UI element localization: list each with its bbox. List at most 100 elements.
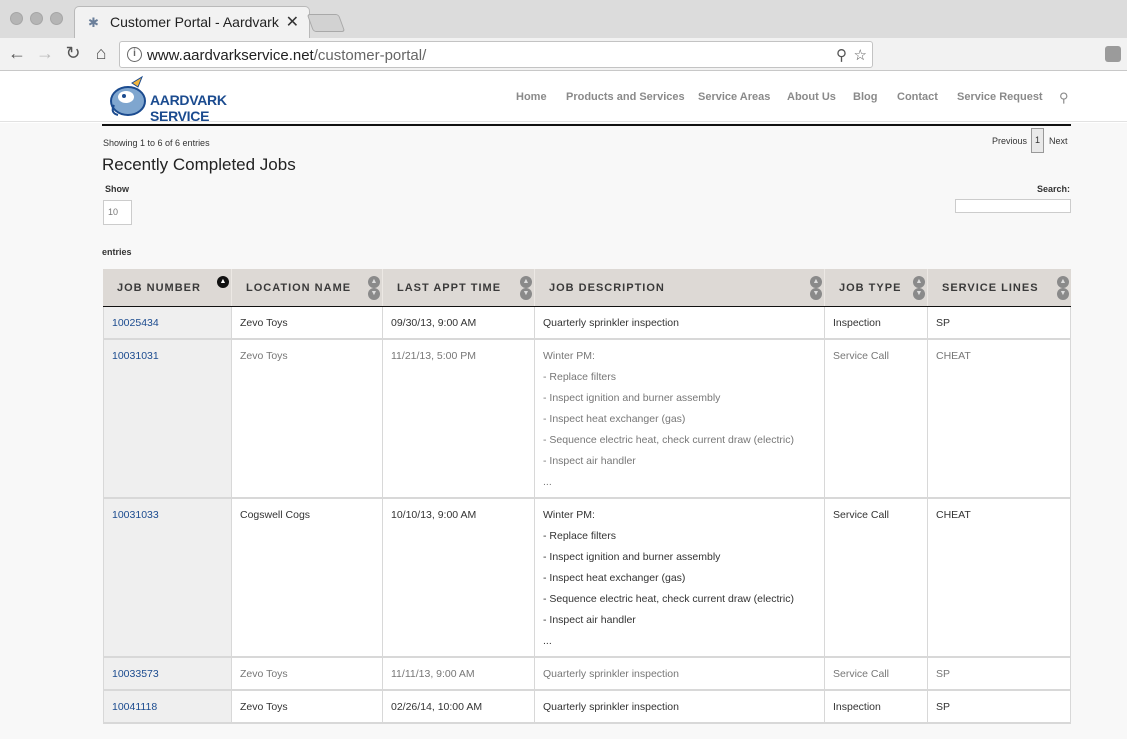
job-description: Winter PM: - Replace filters - Inspect ign… — [543, 346, 816, 493]
description-cell: Winter PM: - Replace filters - Inspect ign… — [535, 340, 825, 497]
col-last-appt-time[interactable]: LAST APPT TIME ▲ ▼ — [383, 269, 535, 306]
new-tab-button[interactable] — [306, 14, 346, 32]
tab-close-icon[interactable]: ✕ — [286, 12, 299, 32]
zoom-icon[interactable]: ⚲ — [836, 46, 847, 64]
sort-icon[interactable]: ▲ ▼ — [520, 276, 532, 300]
job-number-link[interactable]: 10031031 — [112, 346, 223, 367]
description-line: Quarterly sprinkler inspection — [543, 668, 679, 680]
page-1-button[interactable]: 1 — [1031, 128, 1044, 153]
job-number-link[interactable]: 10025434 — [112, 313, 223, 334]
col-job-description[interactable]: JOB DESCRIPTION ▲ ▼ — [535, 269, 825, 306]
table-body: 10025434 Zevo Toys 09/30/13, 9:00 AM Quarte… — [103, 307, 1071, 724]
job-type: Service Call — [833, 350, 890, 362]
aardvark-favicon-icon: ✱ — [88, 15, 99, 30]
description-line: - Inspect air handler — [543, 614, 636, 626]
maximize-window-button[interactable] — [50, 12, 63, 25]
sort-icon[interactable]: ▲ ▼ — [810, 276, 822, 300]
nav-service-areas[interactable]: Service Areas — [698, 91, 770, 103]
table-row[interactable]: 10033573 Zevo Toys 11/11/13, 9:00 AM Quarte… — [103, 658, 1071, 691]
url-path: /customer-portal/ — [313, 47, 427, 64]
divider — [102, 124, 1071, 126]
description-line: ... — [543, 635, 552, 647]
jobs-table: JOB NUMBER ▲ LOCATION NAME ▲ ▼ LAST APPT … — [103, 269, 1071, 724]
job-description: Quarterly sprinkler inspection — [543, 664, 816, 685]
col-job-type[interactable]: JOB TYPE ▲ ▼ — [825, 269, 928, 306]
table-row[interactable]: 10031033 Cogswell Cogs 10/10/13, 9:00 AM Wi… — [103, 499, 1071, 658]
sort-ascending-icon[interactable]: ▲ — [217, 276, 229, 288]
job-type: Service Call — [833, 509, 890, 521]
aardvark-logo[interactable]: AARDVARK SERVICE — [108, 75, 253, 124]
appt-time-cell: 11/11/13, 9:00 AM — [383, 658, 535, 689]
browser-tab[interactable]: ✱ Customer Portal - Aardvark Se ✕ — [74, 6, 310, 38]
description-line: Quarterly sprinkler inspection — [543, 701, 679, 713]
next-button[interactable]: Next — [1049, 136, 1068, 146]
description-cell: Quarterly sprinkler inspection — [535, 658, 825, 689]
previous-button[interactable]: Previous — [992, 136, 1027, 146]
col-location-name[interactable]: LOCATION NAME ▲ ▼ — [232, 269, 383, 306]
description-line: - Sequence electric heat, check current … — [543, 434, 794, 446]
info-icon[interactable]: i — [127, 47, 142, 62]
location-name: Zevo Toys — [240, 317, 288, 329]
col-label: JOB DESCRIPTION — [549, 282, 665, 294]
col-label: JOB NUMBER — [117, 282, 201, 294]
job-number-cell: 10041118 — [103, 691, 232, 722]
table-row[interactable]: 10025434 Zevo Toys 09/30/13, 9:00 AM Quarte… — [103, 307, 1071, 340]
nav-blog[interactable]: Blog — [853, 91, 877, 103]
col-job-number[interactable]: JOB NUMBER ▲ — [103, 269, 232, 306]
home-icon[interactable]: ⌂ — [90, 43, 112, 64]
search-icon[interactable]: ⚲ — [1059, 90, 1069, 106]
job-description: Quarterly sprinkler inspection — [543, 697, 816, 718]
entries-per-page-select[interactable]: 10 — [103, 200, 132, 225]
close-window-button[interactable] — [10, 12, 23, 25]
appt-time: 10/10/13, 9:00 AM — [391, 509, 477, 521]
location-cell: Zevo Toys — [232, 691, 383, 722]
nav-service-request[interactable]: Service Request — [957, 91, 1043, 103]
job-type-cell: Service Call — [825, 658, 928, 689]
job-type-cell: Inspection — [825, 691, 928, 722]
job-type: Inspection — [833, 317, 881, 329]
location-cell: Zevo Toys — [232, 307, 383, 338]
job-type: Service Call — [833, 668, 890, 680]
nav-contact[interactable]: Contact — [897, 91, 938, 103]
reload-icon[interactable]: ↻ — [62, 43, 84, 64]
back-arrow-icon[interactable]: ← — [6, 43, 28, 64]
service-lines-cell: SP — [928, 307, 1071, 338]
job-number-cell: 10025434 — [103, 307, 232, 338]
location-name: Zevo Toys — [240, 668, 288, 680]
description-line: - Inspect air handler — [543, 455, 636, 467]
table-info: Showing 1 to 6 of 6 entries — [103, 138, 210, 148]
appt-time: 09/30/13, 9:00 AM — [391, 317, 477, 329]
job-description: Quarterly sprinkler inspection — [543, 313, 816, 334]
aardvark-mascot-icon — [110, 75, 146, 116]
job-number-link[interactable]: 10041118 — [112, 697, 223, 718]
col-label: LOCATION NAME — [246, 282, 352, 294]
appt-time: 11/11/13, 9:00 AM — [391, 668, 475, 680]
col-service-lines[interactable]: SERVICE LINES ▲ ▼ — [928, 269, 1071, 306]
table-row[interactable]: 10031031 Zevo Toys 11/21/13, 5:00 PM Winter… — [103, 340, 1071, 499]
nav-home[interactable]: Home — [516, 91, 547, 103]
forward-arrow-icon[interactable]: → — [34, 43, 56, 64]
search-input[interactable] — [955, 199, 1071, 213]
extension-icon[interactable] — [1105, 46, 1121, 62]
location-cell: Cogswell Cogs — [232, 499, 383, 656]
service-lines: CHEAT — [936, 350, 971, 362]
nav-about-us[interactable]: About Us — [787, 91, 836, 103]
url-host: www.aardvarkservice.net — [147, 47, 314, 64]
description-line: - Inspect ignition and burner assembly — [543, 392, 721, 404]
job-number-link[interactable]: 10031033 — [112, 505, 223, 526]
job-type: Inspection — [833, 701, 881, 713]
minimize-window-button[interactable] — [30, 12, 43, 25]
description-line: - Replace filters — [543, 530, 616, 542]
sort-icon[interactable]: ▲ ▼ — [913, 276, 925, 300]
appt-time-cell: 09/30/13, 9:00 AM — [383, 307, 535, 338]
description-line: Winter PM: — [543, 509, 595, 521]
job-number-link[interactable]: 10033573 — [112, 664, 223, 685]
url-text[interactable]: www.aardvarkservice.net/customer-portal/ — [147, 47, 426, 64]
nav-products-and-services[interactable]: Products and Services — [566, 91, 685, 103]
sort-icon[interactable]: ▲ ▼ — [368, 276, 380, 300]
bookmark-star-icon[interactable]: ☆ — [854, 46, 867, 64]
table-row[interactable]: 10041118 Zevo Toys 02/26/14, 10:00 AM Quart… — [103, 691, 1071, 724]
sort-icon[interactable]: ▲ ▼ — [1057, 276, 1069, 300]
address-bar[interactable]: i www.aardvarkservice.net/customer-porta… — [119, 41, 873, 68]
description-line: - Inspect heat exchanger (gas) — [543, 413, 686, 425]
